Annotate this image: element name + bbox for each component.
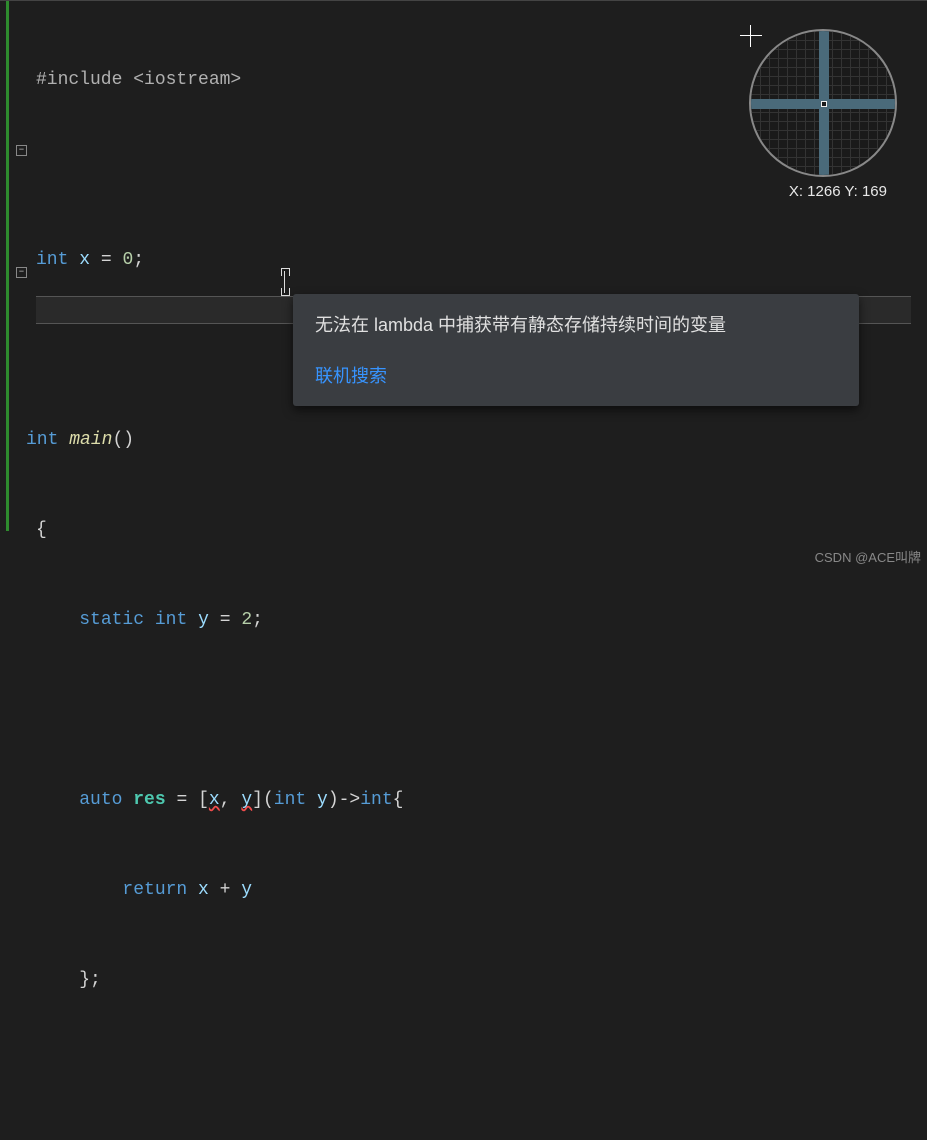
code-token: x bbox=[198, 880, 209, 900]
code-token: [ bbox=[198, 790, 209, 810]
fold-gutter: − − bbox=[16, 1, 30, 570]
code-token: auto bbox=[79, 790, 122, 810]
code-token: res bbox=[133, 790, 165, 810]
code-text[interactable]: #include <iostream> int x = 0; int main(… bbox=[36, 5, 896, 1140]
code-token-error: y bbox=[241, 790, 252, 810]
code-token: int bbox=[36, 250, 68, 270]
code-token: = bbox=[220, 610, 231, 630]
code-token: + bbox=[220, 880, 231, 900]
text-cursor-icon bbox=[284, 271, 285, 293]
code-token: #include <iostream> bbox=[36, 70, 241, 90]
code-token: static bbox=[79, 610, 144, 630]
color-picker-magnifier[interactable] bbox=[749, 29, 897, 177]
code-token: int bbox=[26, 430, 58, 450]
code-token: return bbox=[122, 880, 187, 900]
code-token: int bbox=[274, 790, 306, 810]
code-token: 2 bbox=[241, 610, 252, 630]
fold-button-lambda[interactable]: − bbox=[16, 267, 27, 278]
code-token-error: x bbox=[209, 790, 220, 810]
watermark: CSDN @ACE叫牌 bbox=[815, 547, 921, 566]
coordinate-label: X: 1266 Y: 169 bbox=[789, 183, 887, 200]
code-token: int bbox=[360, 790, 392, 810]
change-margin bbox=[6, 1, 9, 531]
code-token: () bbox=[112, 430, 134, 450]
code-token: { bbox=[36, 520, 47, 540]
code-token: int bbox=[155, 610, 187, 630]
code-token: ) bbox=[328, 790, 339, 810]
code-token: ] bbox=[252, 790, 263, 810]
fold-button-main[interactable]: − bbox=[16, 145, 27, 156]
code-token: ( bbox=[263, 790, 274, 810]
magnifier-center-pixel bbox=[821, 101, 827, 107]
error-tooltip: 无法在 lambda 中捕获带有静态存储持续时间的变量 联机搜索 bbox=[293, 294, 859, 406]
code-token: = bbox=[176, 790, 187, 810]
code-token: { bbox=[393, 790, 404, 810]
code-token: 0 bbox=[122, 250, 133, 270]
code-editor[interactable]: − − #include <iostream> int x = 0; int m… bbox=[0, 0, 927, 570]
code-token: -> bbox=[339, 790, 361, 810]
code-token: x bbox=[79, 250, 90, 270]
tooltip-message: 无法在 lambda 中捕获带有静态存储持续时间的变量 bbox=[315, 312, 837, 338]
tooltip-search-link[interactable]: 联机搜索 bbox=[315, 362, 837, 388]
code-token: , bbox=[220, 790, 231, 810]
code-token: y bbox=[198, 610, 209, 630]
code-token: = bbox=[101, 250, 112, 270]
code-token: y bbox=[241, 880, 252, 900]
code-token: }; bbox=[79, 970, 101, 990]
code-token: main bbox=[69, 430, 112, 450]
code-token: y bbox=[317, 790, 328, 810]
